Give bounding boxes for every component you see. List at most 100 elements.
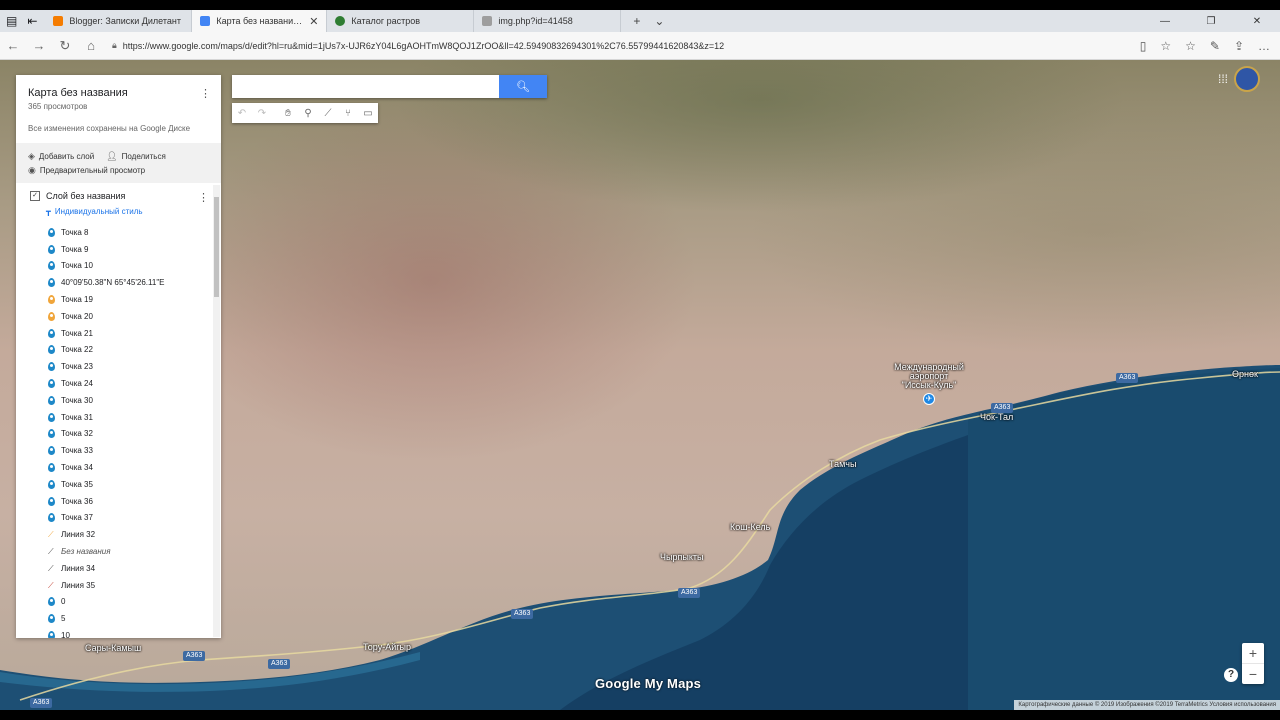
map-pin-icon	[48, 412, 55, 422]
add-layer-button[interactable]: ◈ Добавить слой	[28, 151, 94, 162]
place-label-chok-tal: Чок-Тал	[980, 412, 1014, 422]
window-close-icon[interactable]: ✕	[1234, 16, 1280, 27]
screen-top-border	[0, 0, 1280, 10]
measure-ruler-icon[interactable]: ▭	[358, 103, 378, 123]
list-item[interactable]: ⟋ Без названия	[16, 543, 221, 560]
map-pin-icon	[48, 395, 55, 405]
list-item[interactable]: Точка 20	[16, 308, 221, 325]
hand-pan-icon[interactable]: ✋︎	[278, 103, 298, 123]
list-item[interactable]: 40°09'50.38"N 65°45'26.11"E	[16, 274, 221, 291]
list-item-label: Точка 33	[61, 446, 93, 456]
help-icon[interactable]: ?	[1224, 668, 1238, 682]
scrollbar-thumb[interactable]	[214, 197, 219, 297]
favorite-star-icon[interactable]: ☆	[1160, 39, 1171, 53]
tab-title: Каталог растров	[351, 16, 421, 26]
close-tab-icon[interactable]: ✕	[309, 15, 318, 28]
map-pin-icon	[48, 597, 55, 607]
list-item[interactable]: Точка 10	[16, 258, 221, 275]
restore-icon[interactable]: ❐	[1188, 16, 1234, 27]
browser-tab-img[interactable]: img.php?id=41458	[474, 10, 622, 32]
reading-view-icon[interactable]: ▯	[1140, 39, 1147, 53]
tab-manager-icon[interactable]: ▤	[6, 14, 17, 28]
map-options-icon[interactable]: ⋮	[200, 87, 211, 100]
zoom-out-button[interactable]: −	[1242, 663, 1264, 684]
zoom-in-button[interactable]: +	[1242, 643, 1264, 663]
browser-tab-mymaps[interactable]: Карта без названия (Gc ✕	[192, 10, 328, 32]
place-label-orenek: Өрнөк	[1232, 369, 1258, 379]
list-item[interactable]: Точка 33	[16, 442, 221, 459]
list-item[interactable]: Точка 9	[16, 241, 221, 258]
map-title[interactable]: Карта без названия	[28, 87, 209, 99]
list-item[interactable]: Точка 32	[16, 426, 221, 443]
refresh-icon[interactable]: ↻	[52, 38, 78, 54]
airport-icon[interactable]: ✈	[923, 393, 935, 405]
map-pin-icon	[48, 496, 55, 506]
line-icon: ⟋	[48, 547, 54, 557]
list-item[interactable]: ⟋ Линия 32	[16, 526, 221, 543]
directions-icon[interactable]: ⑂	[338, 103, 358, 123]
tab-back-icon[interactable]: ⇤	[27, 14, 37, 28]
list-item[interactable]: Точка 22	[16, 342, 221, 359]
home-icon[interactable]: ⌂	[78, 38, 104, 53]
panel-scrollbar[interactable]	[213, 185, 220, 637]
browser-tab-blogger[interactable]: Blogger: Записки Дилетант	[45, 10, 193, 32]
map-legend-panel: Карта без названия 365 просмотров Все из…	[16, 75, 221, 638]
layer-name[interactable]: Слой без названия	[46, 191, 125, 201]
list-item[interactable]: Точка 23	[16, 358, 221, 375]
search-icon: 🔍︎	[516, 81, 530, 93]
back-icon[interactable]: ←	[0, 38, 26, 53]
view-count: 365 просмотров	[28, 102, 88, 111]
map-pin-icon	[48, 295, 55, 305]
list-item-label: Точка 23	[61, 362, 93, 372]
layer-options-icon[interactable]: ⋮	[198, 191, 209, 204]
list-item[interactable]: 5	[16, 610, 221, 627]
list-item[interactable]: Точка 30	[16, 392, 221, 409]
share-label: Поделиться	[121, 151, 166, 161]
more-icon[interactable]: …	[1258, 39, 1270, 53]
list-item[interactable]: ⟋ Линия 34	[16, 560, 221, 577]
apps-grid-icon[interactable]: ⁞⁞⁞	[1218, 72, 1228, 86]
place-label-toru-aigyr: Тору-Айгыр	[363, 642, 411, 652]
page-favicon-icon	[482, 16, 493, 26]
layer-style-link[interactable]: ┳ Индивидуальный стиль	[16, 203, 221, 218]
list-item-label: Точка 22	[61, 345, 93, 355]
list-item-label: Точка 9	[61, 244, 89, 254]
list-item[interactable]: Точка 24	[16, 375, 221, 392]
share-button[interactable]: 👤︎ Поделиться	[106, 151, 166, 162]
favorites-hub-icon[interactable]: ☆	[1185, 39, 1196, 53]
undo-icon[interactable]: ↶	[232, 103, 252, 123]
list-item-label: Линия 32	[61, 530, 96, 540]
list-item[interactable]: Точка 8	[16, 224, 221, 241]
url-field[interactable]: 🔒︎ https://www.google.com/maps/d/edit?hl…	[112, 36, 872, 56]
search-input[interactable]	[232, 75, 499, 98]
share-icon[interactable]: ⇪	[1234, 39, 1244, 53]
map-pin-icon	[48, 278, 55, 288]
avatar[interactable]	[1234, 66, 1260, 92]
forward-icon[interactable]: →	[26, 38, 52, 53]
list-item[interactable]: Точка 35	[16, 476, 221, 493]
redo-icon[interactable]: ↷	[252, 103, 272, 123]
draw-line-icon[interactable]: ⟋	[318, 103, 338, 123]
list-item[interactable]: 10	[16, 627, 221, 638]
preview-button[interactable]: ◉ Предварительный просмотр	[28, 165, 145, 176]
minimize-icon[interactable]: —	[1142, 16, 1188, 27]
pen-icon[interactable]: ✎	[1210, 39, 1220, 53]
line-icon: ⟋	[48, 563, 54, 573]
list-item[interactable]: Точка 31	[16, 409, 221, 426]
tab-list-chevron-icon[interactable]: ⌄	[654, 14, 664, 28]
list-item[interactable]: Точка 34	[16, 459, 221, 476]
search-button[interactable]: 🔍︎	[499, 75, 547, 98]
road-shield: A363	[991, 403, 1014, 413]
add-marker-icon[interactable]: ⚲	[298, 103, 318, 123]
new-tab-icon[interactable]: +	[633, 14, 640, 28]
browser-tab-raster-catalog[interactable]: Каталог растров	[327, 10, 475, 32]
list-item[interactable]: Точка 19	[16, 291, 221, 308]
list-item[interactable]: Точка 36	[16, 493, 221, 510]
list-item[interactable]: 0	[16, 594, 221, 611]
list-item[interactable]: ⟋ Линия 35	[16, 577, 221, 594]
list-item[interactable]: Точка 21	[16, 325, 221, 342]
list-item[interactable]: Точка 37	[16, 510, 221, 527]
airport-label: Международный аэропорт "Иссык-Куль"	[894, 362, 964, 390]
layer-visibility-checkbox[interactable]: ✓	[30, 191, 40, 201]
list-item-label: Точка 24	[61, 379, 93, 389]
